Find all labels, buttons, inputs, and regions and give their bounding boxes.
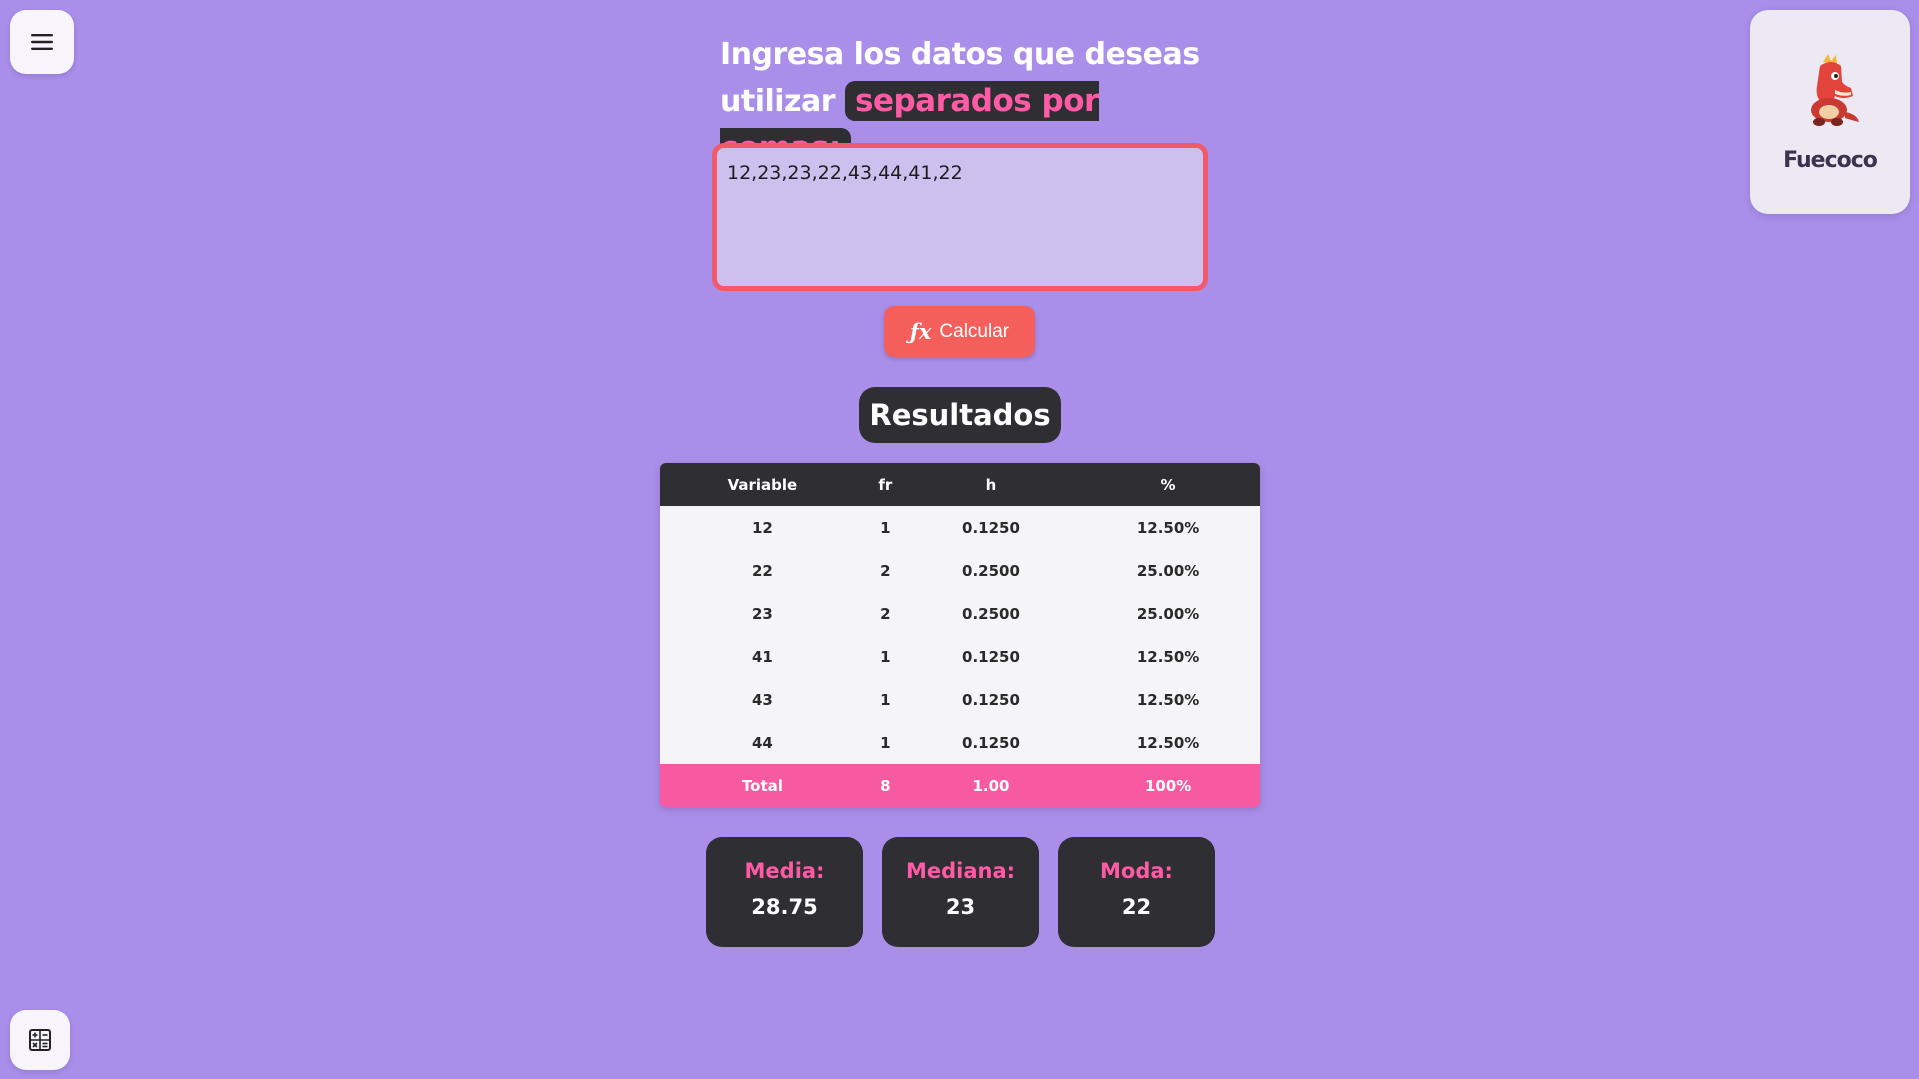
cell-percent: 12.50% — [1076, 506, 1260, 549]
mediana-card: Mediana: 23 — [882, 837, 1039, 947]
media-value: 28.75 — [751, 895, 818, 919]
heading-line1: Ingresa los datos que deseas — [720, 37, 1200, 72]
cell-fr: 1 — [864, 635, 906, 678]
total-fr: 8 — [864, 764, 906, 807]
cell-variable: 43 — [660, 678, 865, 721]
cell-variable: 44 — [660, 721, 865, 764]
cell-variable: 23 — [660, 592, 865, 635]
table-row: 22 2 0.2500 25.00% — [660, 549, 1260, 592]
pokemon-name: Fuecoco — [1783, 148, 1878, 173]
fuecoco-sprite — [1811, 54, 1859, 126]
table-row: 12 1 0.1250 12.50% — [660, 506, 1260, 549]
frequency-table: Variable fr h % 12 1 0.1250 12.50% 22 2 … — [660, 463, 1260, 807]
results-title: Resultados — [859, 387, 1061, 443]
header-h: h — [905, 463, 1077, 506]
hamburger-menu-icon — [31, 34, 53, 50]
cell-h: 0.1250 — [905, 506, 1077, 549]
cell-variable: 22 — [660, 549, 865, 592]
media-label: Media: — [744, 859, 825, 883]
cell-percent: 12.50% — [1076, 721, 1260, 764]
moda-value: 22 — [1121, 895, 1152, 919]
cell-h: 0.1250 — [905, 678, 1077, 721]
cell-fr: 1 — [864, 506, 906, 549]
cell-h: 0.1250 — [905, 721, 1077, 764]
cell-variable: 41 — [660, 635, 865, 678]
table-header-row: Variable fr h % — [660, 463, 1260, 506]
cell-h: 0.2500 — [905, 549, 1077, 592]
table-row: 41 1 0.1250 12.50% — [660, 635, 1260, 678]
moda-card: Moda: 22 — [1058, 837, 1215, 947]
calculator-button[interactable] — [10, 1010, 70, 1070]
cell-fr: 1 — [864, 721, 906, 764]
cell-h: 0.1250 — [905, 635, 1077, 678]
mediana-value: 23 — [945, 895, 976, 919]
media-card: Media: 28.75 — [706, 837, 863, 947]
data-input[interactable] — [712, 143, 1208, 291]
calculate-button[interactable]: ƒx Calcular — [884, 306, 1035, 357]
cell-variable: 12 — [660, 506, 865, 549]
pokemon-card[interactable]: Fuecoco — [1750, 10, 1910, 214]
fx-icon: ƒx — [909, 319, 932, 344]
cell-percent: 12.50% — [1076, 635, 1260, 678]
mediana-label: Mediana: — [905, 859, 1016, 883]
table-row: 23 2 0.2500 25.00% — [660, 592, 1260, 635]
cell-percent: 25.00% — [1076, 549, 1260, 592]
cell-h: 0.2500 — [905, 592, 1077, 635]
table-total-row: Total 8 1.00 100% — [660, 764, 1260, 807]
total-h: 1.00 — [905, 764, 1077, 807]
total-label: Total — [660, 764, 865, 807]
header-variable: Variable — [660, 463, 865, 506]
header-percent: % — [1076, 463, 1260, 506]
cell-fr: 1 — [864, 678, 906, 721]
cell-percent: 25.00% — [1076, 592, 1260, 635]
calculate-button-label: Calcular — [939, 320, 1010, 342]
menu-button[interactable] — [10, 10, 74, 74]
cell-percent: 12.50% — [1076, 678, 1260, 721]
calculator-icon — [29, 1029, 51, 1051]
cell-fr: 2 — [864, 549, 906, 592]
heading-line2-prefix: utilizar — [720, 84, 836, 119]
cell-fr: 2 — [864, 592, 906, 635]
table-row: 43 1 0.1250 12.50% — [660, 678, 1260, 721]
header-fr: fr — [864, 463, 906, 506]
table-row: 44 1 0.1250 12.50% — [660, 721, 1260, 764]
total-percent: 100% — [1076, 764, 1260, 807]
moda-label: Moda: — [1100, 859, 1173, 883]
